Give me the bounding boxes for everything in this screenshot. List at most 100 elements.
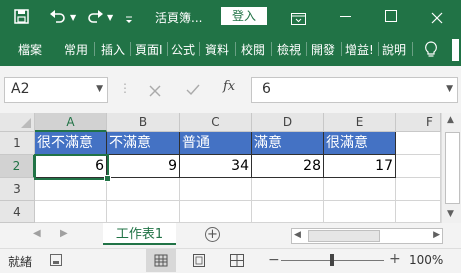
zoom-slider-thumb[interactable] <box>330 254 334 266</box>
undo-dropdown-icon[interactable]: ▼ <box>70 13 76 22</box>
customize-qat-icon[interactable] <box>125 10 133 23</box>
window-title: 活頁簿... <box>155 11 203 25</box>
cell-c3[interactable] <box>180 178 252 201</box>
chevron-down-icon[interactable]: ▼ <box>96 84 103 94</box>
cell-c2[interactable]: 34 <box>180 155 252 178</box>
title-bar: ▼ ▼ 活頁簿... 登入 <box>0 0 461 33</box>
tab-data[interactable]: 資料 <box>205 41 229 58</box>
lightbulb-icon[interactable] <box>424 41 438 59</box>
insert-function-icon[interactable]: fx <box>223 79 235 94</box>
tab-insert[interactable]: 插入 <box>101 41 125 58</box>
page-break-view-icon[interactable] <box>230 254 244 267</box>
cell-a3[interactable] <box>35 178 107 201</box>
cell-e1[interactable]: 很滿意 <box>324 132 396 155</box>
formula-value: 6 <box>262 81 271 97</box>
tab-separator <box>412 42 413 56</box>
formula-input[interactable]: 6 ▼ <box>251 77 458 103</box>
scroll-left-icon[interactable]: ◀ <box>294 230 301 240</box>
cell-b3[interactable] <box>107 178 180 201</box>
add-sheet-icon[interactable]: + <box>205 227 220 242</box>
ribbon-display-icon[interactable] <box>291 10 306 25</box>
select-all-button[interactable] <box>0 113 35 132</box>
tab-separator <box>378 42 379 56</box>
redo-icon[interactable] <box>85 8 105 25</box>
column-header-a[interactable]: A <box>35 113 107 132</box>
macro-record-icon[interactable] <box>50 254 62 266</box>
cancel-icon[interactable] <box>149 82 161 97</box>
cell-d1[interactable]: 滿意 <box>252 132 324 155</box>
cell-f3[interactable] <box>396 178 441 201</box>
ribbon-scroll-indicator[interactable] <box>452 39 459 61</box>
cell-b4[interactable] <box>107 201 180 223</box>
column-header-b[interactable]: B <box>107 113 180 132</box>
page-layout-view-icon[interactable] <box>193 254 205 267</box>
row-header-3[interactable]: 3 <box>0 178 35 201</box>
cell-a1[interactable]: 很不滿意 <box>35 132 107 155</box>
cell-e2[interactable]: 17 <box>324 155 396 178</box>
tab-separator <box>306 42 307 56</box>
status-ready: 就緒 <box>8 255 33 269</box>
tab-separator <box>199 42 200 56</box>
name-box[interactable]: A2 ▼ <box>4 77 108 103</box>
enter-icon[interactable] <box>186 81 200 96</box>
save-icon[interactable] <box>14 9 29 24</box>
row-header-4[interactable]: 4 <box>0 201 35 223</box>
column-header-d[interactable]: D <box>252 113 324 132</box>
horizontal-scrollbar[interactable]: ◀ ▶ <box>291 228 443 244</box>
scroll-right-icon[interactable]: ▶ <box>433 230 440 240</box>
horizontal-scroll-thumb[interactable] <box>308 230 380 242</box>
tab-home[interactable]: 常用 <box>64 41 88 58</box>
zoom-out-icon[interactable]: − <box>268 252 280 268</box>
cell-f1[interactable] <box>396 132 441 155</box>
tab-page-layout[interactable]: 頁面I <box>135 41 163 58</box>
tab-addins[interactable]: 增益! <box>345 41 374 58</box>
column-header-e[interactable]: E <box>324 113 396 132</box>
row-header-2[interactable]: 2 <box>0 155 35 178</box>
restore-icon[interactable] <box>385 10 397 22</box>
fill-handle[interactable] <box>104 175 111 182</box>
formula-bar-area: A2 ▼ ⋮ fx 6 ▼ <box>0 66 461 113</box>
close-icon[interactable] <box>431 9 443 24</box>
undo-icon[interactable] <box>48 8 68 25</box>
sheet-tab-1[interactable]: 工作表1 <box>103 223 176 245</box>
login-button[interactable]: 登入 <box>221 7 267 25</box>
tab-file[interactable]: 檔案 <box>18 41 42 58</box>
row-header-1[interactable]: 1 <box>0 132 35 155</box>
cell-d2[interactable]: 28 <box>252 155 324 178</box>
cell-d3[interactable] <box>252 178 324 201</box>
expand-formula-icon[interactable]: ▼ <box>446 84 453 94</box>
tab-separator <box>271 42 272 56</box>
vertical-scroll-thumb[interactable] <box>445 132 460 204</box>
cell-b2[interactable]: 9 <box>107 155 180 178</box>
cell-c1[interactable]: 普通 <box>180 132 252 155</box>
vertical-scrollbar[interactable]: ▲ ▼ <box>441 113 461 223</box>
cell-d4[interactable] <box>252 201 324 223</box>
cell-a4[interactable] <box>35 201 107 223</box>
zoom-in-icon[interactable]: + <box>389 251 401 267</box>
scroll-up-icon[interactable]: ▲ <box>447 115 454 125</box>
tab-separator <box>94 42 95 56</box>
cell-f2[interactable] <box>396 155 441 178</box>
tab-developer[interactable]: 開發 <box>311 41 335 58</box>
ribbon-tabs: 檔案 常用 插入 頁面I 公式 資料 校閱 檢視 開發 增益! 說明 <box>0 33 461 66</box>
formula-bar-splitter[interactable]: ⋮ <box>119 81 131 95</box>
cell-e4[interactable] <box>324 201 396 223</box>
scroll-down-icon[interactable]: ▼ <box>447 209 454 219</box>
tab-formulas[interactable]: 公式 <box>171 41 195 58</box>
cell-c4[interactable] <box>180 201 252 223</box>
normal-view-icon[interactable] <box>146 249 176 272</box>
redo-dropdown-icon[interactable]: ▼ <box>107 13 113 22</box>
minimize-icon[interactable] <box>340 16 351 17</box>
cell-f4[interactable] <box>396 201 441 223</box>
prev-sheet-icon[interactable]: ◀ <box>33 228 41 239</box>
tab-help[interactable]: 說明 <box>382 41 406 58</box>
next-sheet-icon[interactable]: ▶ <box>60 228 68 239</box>
zoom-level[interactable]: 100% <box>409 253 443 267</box>
column-header-f[interactable]: F <box>396 113 441 132</box>
sheet-tab-label: 工作表1 <box>115 227 164 242</box>
tab-review[interactable]: 校閱 <box>241 41 265 58</box>
tab-view[interactable]: 檢視 <box>277 41 301 58</box>
cell-b1[interactable]: 不滿意 <box>107 132 180 155</box>
cell-e3[interactable] <box>324 178 396 201</box>
column-header-c[interactable]: C <box>180 113 252 132</box>
